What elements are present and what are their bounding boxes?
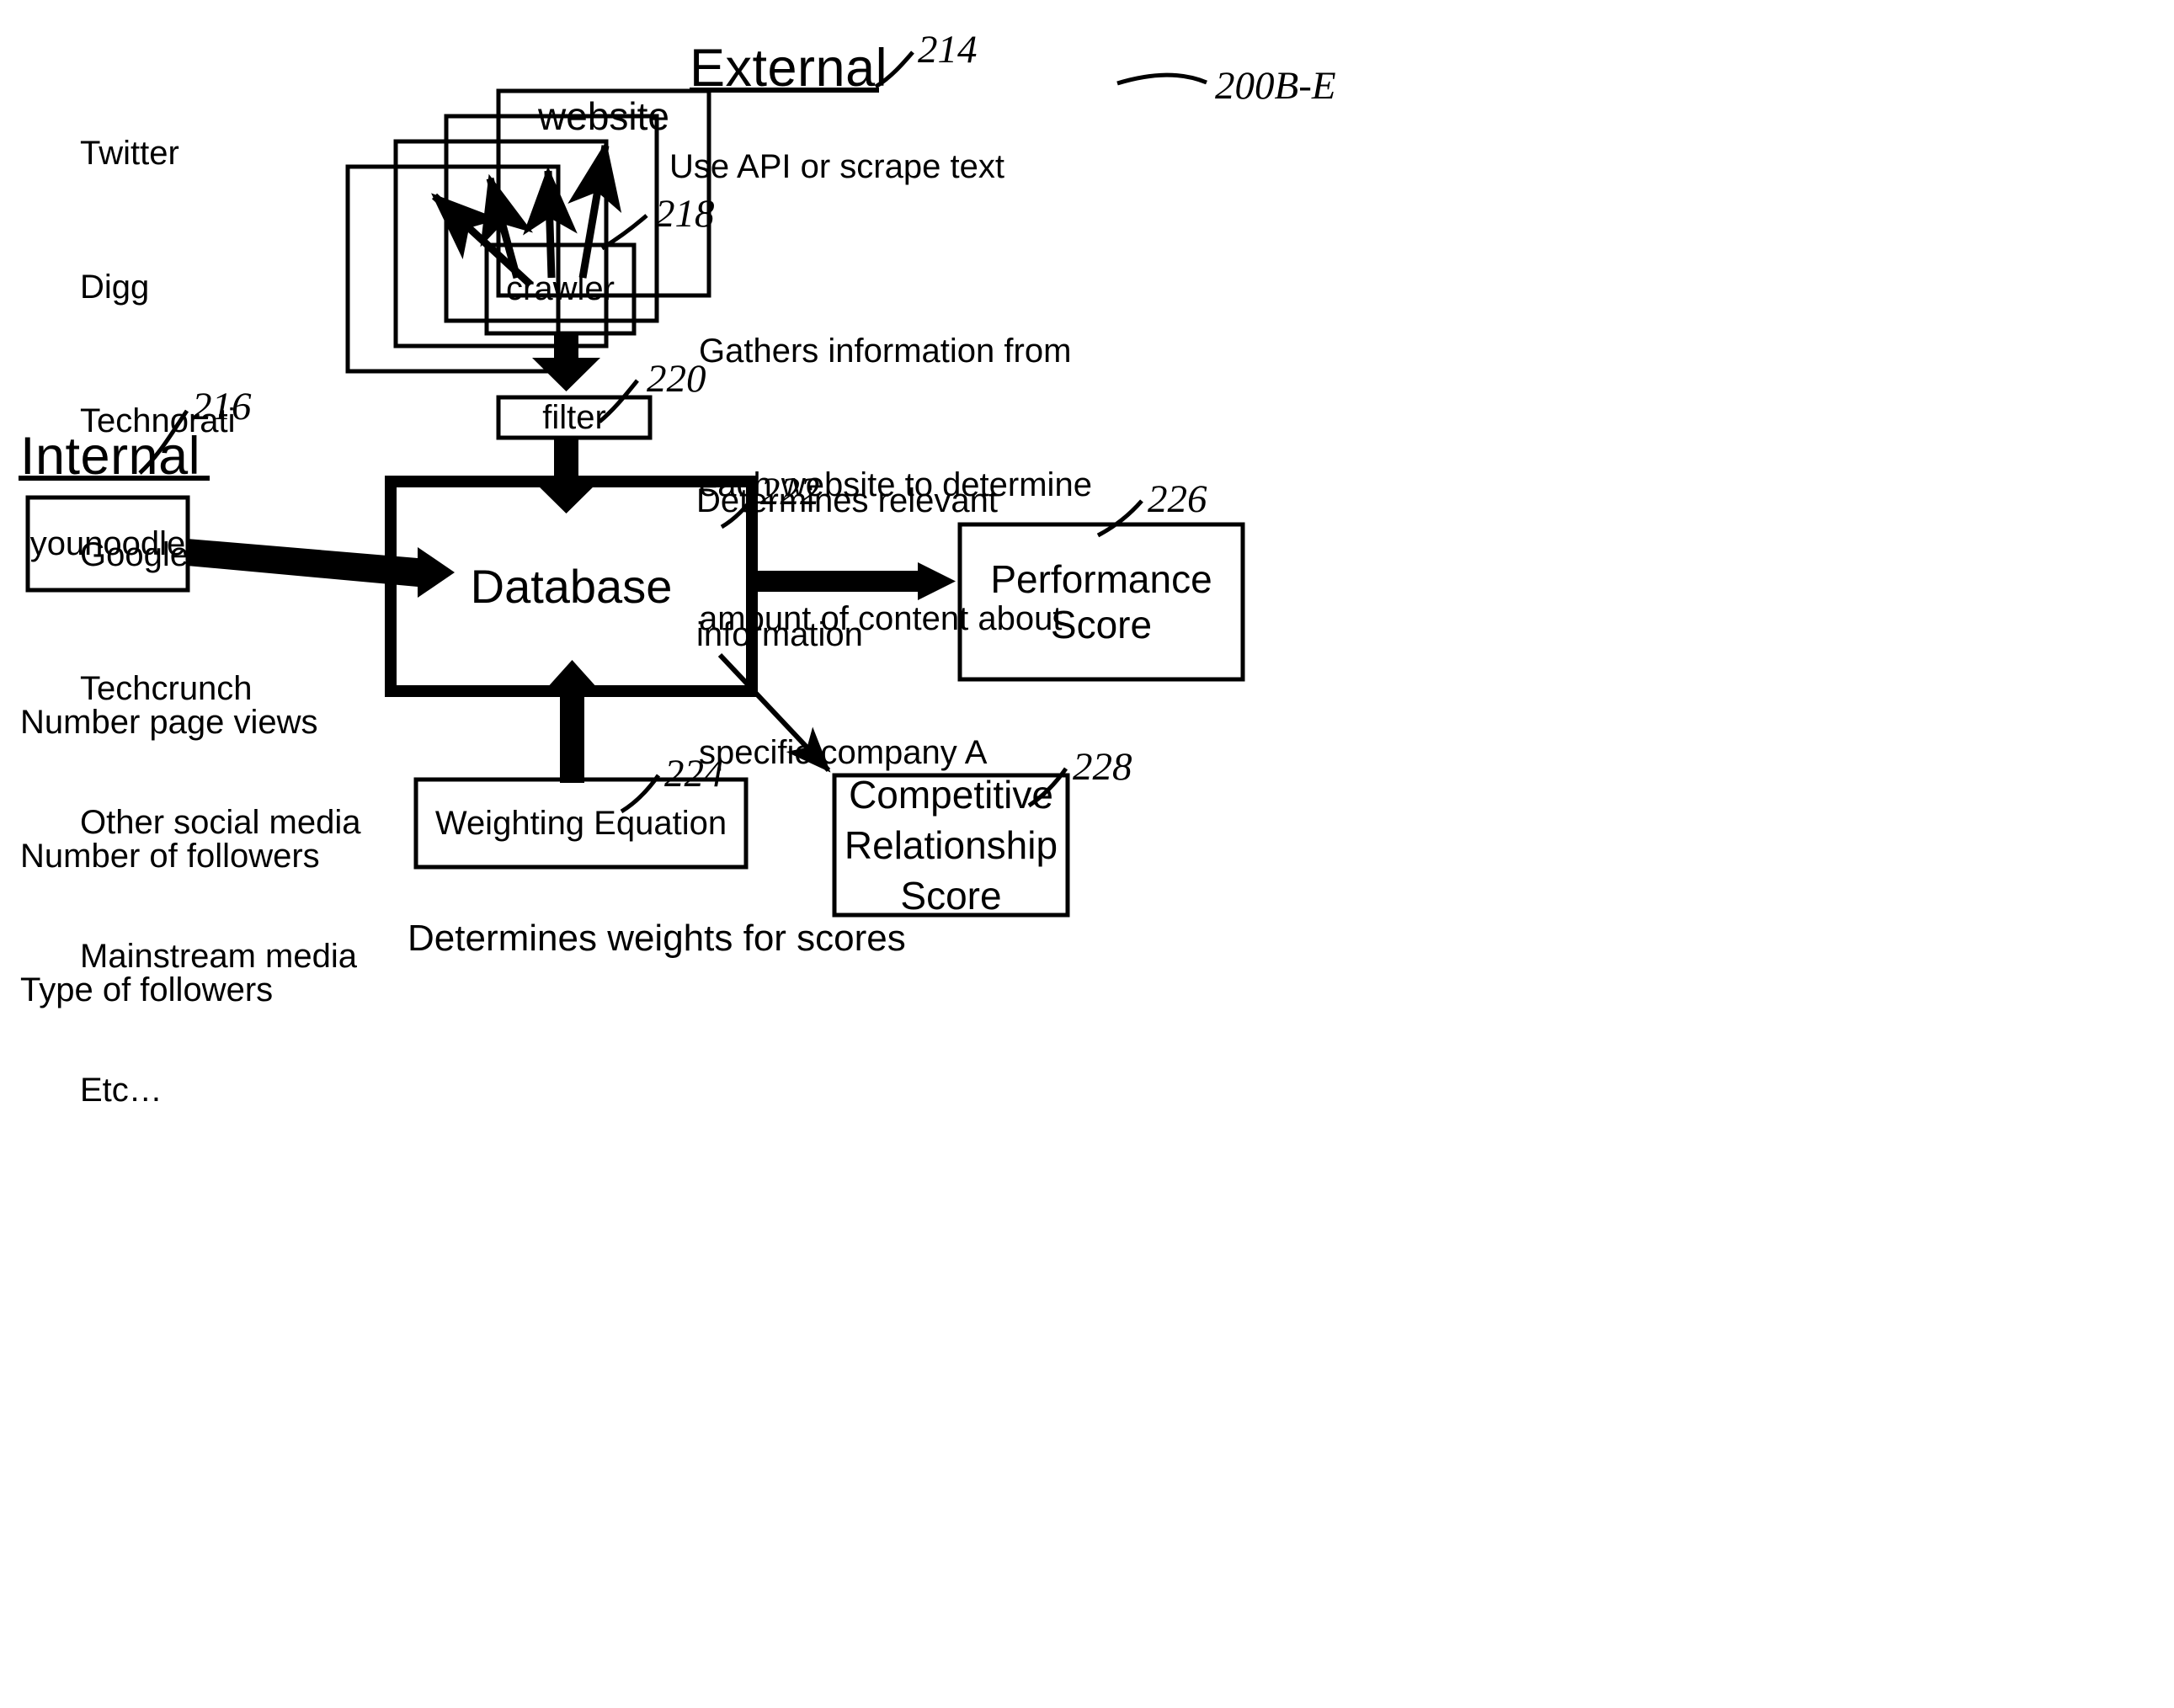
crawler-box-label: crawler (506, 270, 615, 307)
website-box-label: website (538, 94, 669, 138)
internal-section-heading: Internal (20, 427, 201, 486)
external-section-heading: External (690, 39, 888, 98)
patent-figure-diagram: Twitter Digg Technorati Googlenews Techc… (0, 0, 2174, 1708)
reference-numeral-228: 228 (1073, 745, 1132, 789)
younoodle-box-label: younoodle (29, 524, 186, 562)
source-list-item: Twitter (80, 135, 179, 172)
reference-numeral-214: 214 (918, 28, 978, 72)
database-box-label: Database (470, 560, 673, 613)
internal-metric-item: Number page views (20, 704, 318, 741)
internal-metric-item: Type of followers (20, 971, 274, 1008)
internal-metric-item: Number of followers (20, 838, 320, 875)
competitive-relationship-score-box-label: Competitive Relationship Score (834, 773, 1068, 918)
crs-label-line: Relationship (844, 823, 1058, 867)
diagram-caption: Determines weights for scores (408, 918, 906, 959)
reference-numeral-218: 218 (655, 192, 715, 236)
filter-box-label: filter (542, 398, 606, 436)
source-list-item: Digg (80, 269, 150, 306)
performance-score-box-label: Performance Score (990, 557, 1212, 646)
figure-reference-label: 200B-E (1215, 64, 1336, 108)
internal-metrics-list: Number page views Number of followers Ty… (20, 611, 320, 1102)
reference-numeral-224: 224 (664, 752, 724, 795)
crs-label-line: Competitive (849, 773, 1053, 817)
crs-label-line: Score (900, 874, 1002, 918)
reference-numeral-222: 222 (760, 470, 820, 513)
crawler-note-line: Gathers information from (699, 333, 1072, 370)
leader-line-200be (1116, 72, 1207, 86)
reference-numeral-216: 216 (192, 385, 252, 428)
api-note-text: Use API or scrape text (669, 148, 1004, 185)
reference-numeral-226: 226 (1148, 477, 1207, 521)
crawler-to-filter-arrow (532, 333, 600, 391)
